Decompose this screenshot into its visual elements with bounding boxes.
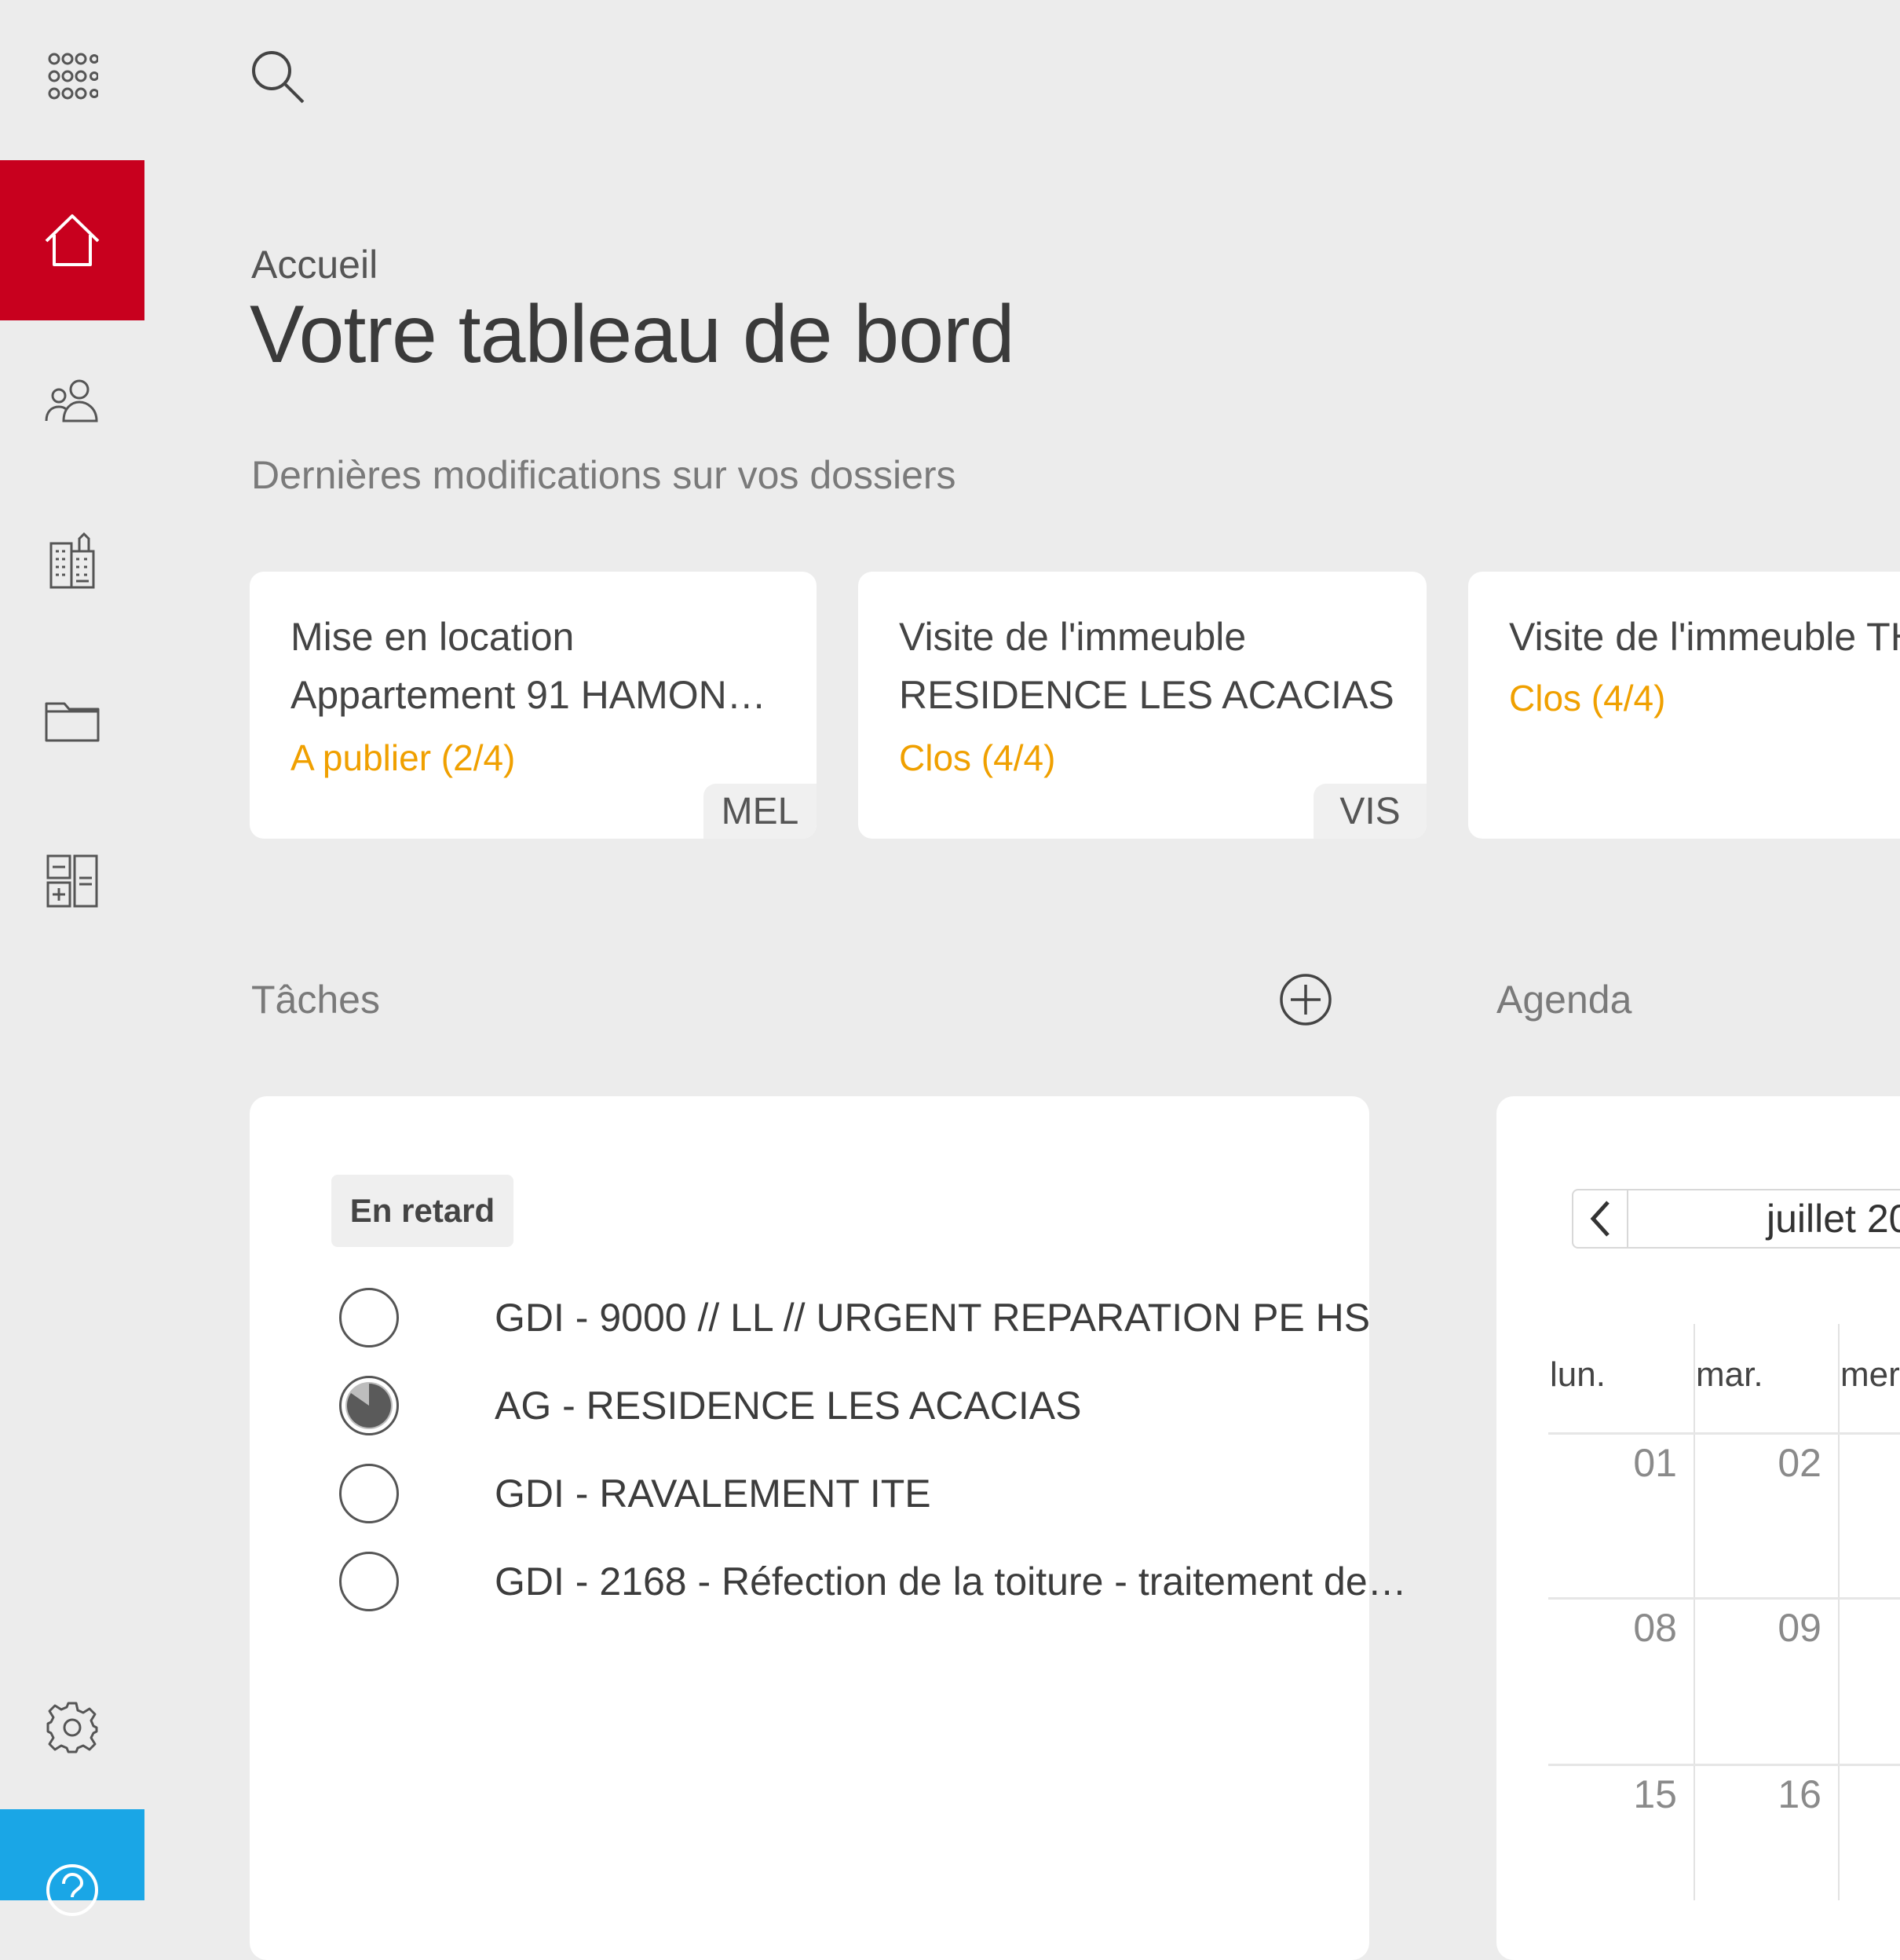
calendar-day[interactable]: 02 — [1727, 1440, 1821, 1486]
task-item[interactable]: GDI - RAVALEMENT ITE — [339, 1462, 931, 1525]
task-title: GDI - 9000 // LL // URGENT REPARATION PE… — [495, 1296, 1371, 1340]
card-tag: VIS — [1314, 784, 1427, 839]
search-button[interactable] — [250, 49, 306, 109]
building-icon — [49, 532, 95, 589]
calendar-day[interactable]: 15 — [1583, 1772, 1677, 1817]
weekday-header: mer. — [1840, 1355, 1900, 1394]
weekday-header: lun. — [1550, 1355, 1606, 1394]
weekday-header: mar. — [1696, 1355, 1763, 1394]
gear-icon — [46, 1702, 98, 1753]
task-title: GDI - RAVALEMENT ITE — [495, 1472, 931, 1516]
card-subtitle: RESIDENCE LES ACACIAS — [899, 673, 1394, 717]
home-icon — [45, 214, 100, 266]
nav-help[interactable] — [0, 1809, 144, 1916]
calendar-row-divider — [1548, 1764, 1900, 1766]
task-title: GDI - 2168 - Réfection de la toiture - t… — [495, 1560, 1407, 1603]
people-icon — [45, 379, 98, 422]
page-title: Votre tableau de bord — [250, 289, 1015, 380]
calendar-row-divider — [1548, 1597, 1900, 1600]
add-task-button[interactable] — [1278, 972, 1333, 1031]
nav-home[interactable] — [0, 160, 144, 320]
month-navigator: juillet 20 — [1572, 1189, 1900, 1249]
search-icon — [252, 51, 305, 104]
task-checkbox[interactable] — [339, 1552, 399, 1611]
apps-grid-icon — [48, 53, 98, 100]
folder-card[interactable]: Visite de l'immeuble TH Clos (4/4) — [1468, 572, 1900, 839]
nav-settings[interactable] — [0, 1647, 144, 1808]
calendar-day[interactable]: 08 — [1583, 1605, 1677, 1651]
help-icon — [46, 1864, 98, 1916]
apps-grid-button[interactable] — [0, 0, 144, 154]
calendar-day[interactable]: 01 — [1583, 1440, 1677, 1486]
folder-card[interactable]: Visite de l'immeuble RESIDENCE LES ACACI… — [858, 572, 1427, 839]
progress-pie-icon — [345, 1382, 393, 1429]
month-label[interactable]: juillet 20 — [1767, 1196, 1900, 1241]
recent-changes-label: Dernières modifications sur vos dossiers — [251, 453, 956, 497]
calendar-row-divider — [1548, 1432, 1900, 1435]
task-item[interactable]: GDI - 2168 - Réfection de la toiture - t… — [339, 1550, 1407, 1613]
calculator-icon — [46, 854, 98, 908]
folder-icon — [45, 702, 100, 742]
task-item[interactable]: GDI - 9000 // LL // URGENT REPARATION PE… — [339, 1286, 1370, 1349]
calendar-day[interactable]: 09 — [1727, 1605, 1821, 1651]
nav-buildings[interactable] — [0, 481, 144, 641]
card-subtitle: Appartement 91 HAMON… — [290, 673, 766, 717]
task-checkbox-partial[interactable] — [339, 1376, 399, 1435]
folder-card[interactable]: Mise en location Appartement 91 HAMON… A… — [250, 572, 817, 839]
task-checkbox[interactable] — [339, 1464, 399, 1523]
card-status: Clos (4/4) — [1509, 678, 1666, 719]
card-title: Visite de l'immeuble TH — [1509, 615, 1900, 659]
chevron-left-icon — [1590, 1201, 1610, 1237]
agenda-label: Agenda — [1496, 978, 1632, 1022]
overdue-filter[interactable]: En retard — [331, 1175, 513, 1247]
calendar-column-divider — [1838, 1324, 1840, 1900]
previous-month-button[interactable] — [1573, 1190, 1628, 1247]
nav-accounting[interactable] — [0, 801, 144, 961]
nav-contacts[interactable] — [0, 320, 144, 481]
calendar-day[interactable]: 16 — [1727, 1772, 1821, 1817]
card-title: Mise en location — [290, 615, 575, 659]
card-status: A publier (2/4) — [290, 737, 516, 778]
tasks-label: Tâches — [251, 978, 380, 1022]
card-status: Clos (4/4) — [899, 737, 1056, 778]
sidebar — [0, 0, 144, 1916]
task-title: AG - RESIDENCE LES ACACIAS — [495, 1384, 1082, 1428]
task-item[interactable]: AG - RESIDENCE LES ACACIAS — [339, 1374, 1081, 1437]
calendar-column-divider — [1694, 1324, 1695, 1900]
card-title: Visite de l'immeuble — [899, 615, 1247, 659]
nav-folders[interactable] — [0, 641, 144, 801]
task-checkbox[interactable] — [339, 1288, 399, 1348]
plus-circle-icon — [1280, 974, 1332, 1026]
card-tag: MEL — [703, 784, 817, 839]
breadcrumb[interactable]: Accueil — [251, 242, 378, 287]
